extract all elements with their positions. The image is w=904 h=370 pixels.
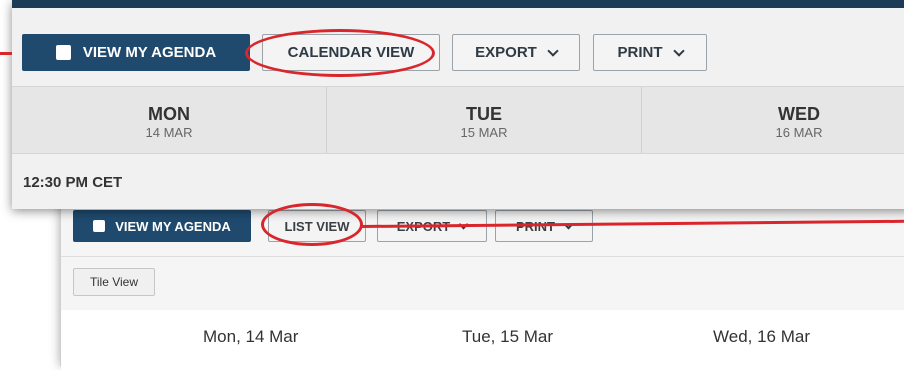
top-bar	[12, 0, 904, 8]
tile-view-label: Tile View	[89, 275, 139, 289]
export-button[interactable]: EXPORT	[452, 34, 580, 71]
tile-view-button[interactable]: Tile View	[73, 268, 155, 296]
day-name: TUE	[466, 104, 502, 124]
view-my-agenda-button[interactable]: VIEW MY AGENDA	[22, 34, 250, 71]
print-label: PRINT	[617, 44, 663, 61]
view-my-agenda-label: VIEW MY AGENDA	[115, 218, 231, 234]
print-button[interactable]: PRINT	[593, 34, 707, 71]
export-label: EXPORT	[475, 44, 537, 61]
day-column-wed: WED 16 MAR	[642, 87, 904, 153]
time-slot-label: 12:30 PM CET	[23, 174, 123, 191]
calendar-check-icon	[55, 45, 71, 60]
calendar-check-icon	[93, 220, 106, 232]
time-slot-row: 12:30 PM CET	[12, 153, 904, 209]
day-date: 15 MAR	[460, 125, 508, 140]
annotation-pointer-left	[0, 52, 12, 55]
day-date: 14 MAR	[145, 125, 193, 140]
day-column-mon: MON 14 MAR	[12, 87, 327, 153]
day-tue: Tue, 15 Mar	[462, 327, 554, 346]
day-date: 16 MAR	[775, 125, 823, 140]
chevron-down-icon	[672, 44, 685, 57]
view-my-agenda-button[interactable]: VIEW MY AGENDA	[73, 210, 251, 242]
front-panel: VIEW MY AGENDA CALENDAR VIEW EXPORT PRIN…	[12, 0, 904, 209]
annotation-calendar-view	[245, 29, 435, 77]
day-wed: Wed, 16 Mar	[713, 327, 811, 346]
day-header-row: MON 14 MAR TUE 15 MAR WED 16 MAR	[12, 86, 904, 153]
view-my-agenda-label: VIEW MY AGENDA	[82, 44, 217, 61]
day-name: WED	[778, 104, 820, 124]
day-mon: Mon, 14 Mar	[203, 327, 299, 346]
day-column-tue: TUE 15 MAR	[327, 87, 642, 153]
day-name: MON	[148, 104, 190, 124]
chevron-down-icon	[547, 44, 559, 57]
toolbar-divider	[61, 256, 904, 257]
day-header-row: Mon, 14 Mar Tue, 15 Mar Wed, 16 Mar	[61, 310, 904, 370]
annotation-list-view	[261, 203, 363, 246]
